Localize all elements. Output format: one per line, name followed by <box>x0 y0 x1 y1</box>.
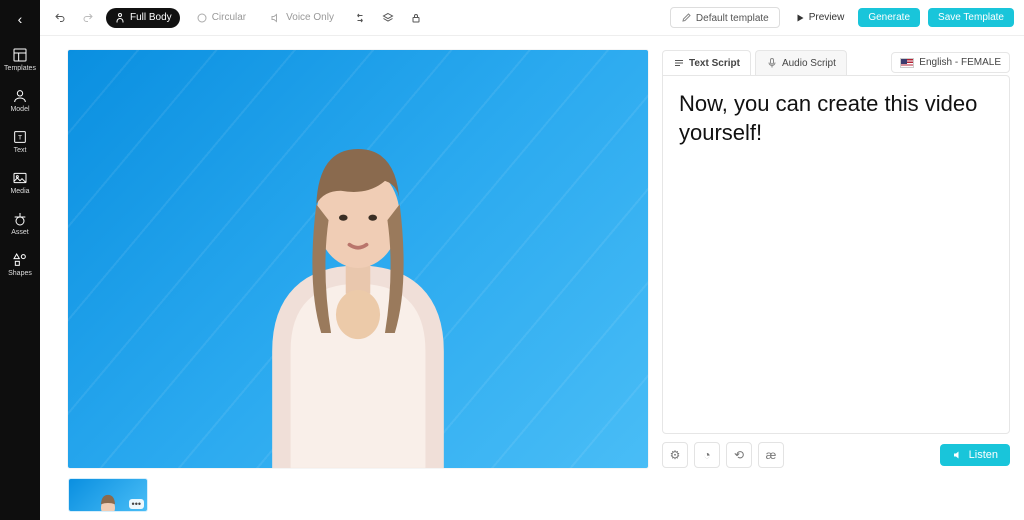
generate-button[interactable]: Generate <box>858 8 920 27</box>
lines-icon <box>673 57 685 69</box>
svg-text:T: T <box>18 135 22 142</box>
mode-label: Full Body <box>130 12 172 23</box>
text-icon: T <box>12 129 28 145</box>
script-phoneme-button[interactable]: æ <box>758 442 784 468</box>
scene-strip: ••• <box>40 476 1024 520</box>
sidebar-label: Shapes <box>8 270 32 277</box>
media-icon <box>12 170 28 186</box>
mode-circular[interactable]: Circular <box>188 8 254 28</box>
swap-button[interactable] <box>350 8 370 28</box>
history-icon: ⟲ <box>734 448 744 462</box>
sidebar-item-templates[interactable]: Templates <box>4 44 36 75</box>
mode-voice-only[interactable]: Voice Only <box>262 8 342 28</box>
avatar-illustration <box>201 100 514 468</box>
phoneme-icon: æ <box>766 448 777 462</box>
scene-thumbnail[interactable]: ••• <box>68 478 148 512</box>
sound-icon <box>270 12 282 24</box>
person-icon <box>114 12 126 24</box>
swap-icon <box>354 12 366 24</box>
script-textarea[interactable]: Now, you can create this video yourself! <box>662 75 1010 434</box>
sidebar-item-media[interactable]: Media <box>10 167 29 198</box>
undo-icon <box>54 12 66 24</box>
mode-full-body[interactable]: Full Body <box>106 8 180 28</box>
sidebar-item-model[interactable]: Model <box>10 85 29 116</box>
top-toolbar: Full Body Circular Voice Only Default te… <box>40 0 1024 36</box>
undo-button[interactable] <box>50 8 70 28</box>
save-template-button[interactable]: Save Template <box>928 8 1014 27</box>
sidebar-item-text[interactable]: T Text <box>12 126 28 157</box>
workspace: Text Script Audio Script English - FEMAL… <box>40 36 1024 476</box>
mode-label: Circular <box>212 12 246 23</box>
scene-menu-button[interactable]: ••• <box>129 499 144 509</box>
script-settings-button[interactable]: ⚙ <box>662 442 688 468</box>
sidebar: ‹ Templates Model T Text Media Asset Sha… <box>0 0 40 520</box>
video-canvas[interactable] <box>68 50 648 468</box>
listen-label: Listen <box>969 449 998 461</box>
templates-icon <box>12 47 28 63</box>
lock-icon <box>410 12 422 24</box>
listen-button[interactable]: Listen <box>940 444 1010 466</box>
template-name: Default template <box>696 13 769 24</box>
tab-text-script[interactable]: Text Script <box>662 50 751 75</box>
app-root: ‹ Templates Model T Text Media Asset Sha… <box>0 0 1024 520</box>
sidebar-label: Asset <box>11 229 29 236</box>
speaker-icon <box>952 449 964 461</box>
layers-button[interactable] <box>378 8 398 28</box>
play-icon <box>794 12 806 24</box>
script-footer: ⚙ ◔ ⟲ æ Listen <box>662 434 1010 468</box>
asset-icon <box>12 211 28 227</box>
speed-icon: ◔ <box>703 448 710 462</box>
main-column: Full Body Circular Voice Only Default te… <box>40 0 1024 520</box>
flag-us-icon <box>900 58 914 68</box>
script-tabs: Text Script Audio Script English - FEMAL… <box>662 50 1010 75</box>
redo-button[interactable] <box>78 8 98 28</box>
mode-label: Voice Only <box>286 12 334 23</box>
sidebar-label: Text <box>14 147 27 154</box>
language-selector[interactable]: English - FEMALE <box>891 52 1010 73</box>
pencil-icon <box>681 11 693 23</box>
lock-button[interactable] <box>406 8 426 28</box>
sidebar-item-shapes[interactable]: Shapes <box>8 249 32 280</box>
sidebar-item-asset[interactable]: Asset <box>11 208 29 239</box>
model-icon <box>12 88 28 104</box>
sidebar-label: Media <box>10 188 29 195</box>
canvas-wrap <box>68 50 648 468</box>
script-speed-button[interactable]: ◔ <box>694 442 720 468</box>
template-name-input[interactable]: Default template <box>670 7 780 28</box>
language-label: English - FEMALE <box>919 57 1001 68</box>
tab-label: Audio Script <box>782 58 836 69</box>
tab-label: Text Script <box>689 58 740 69</box>
gear-icon: ⚙ <box>670 448 681 462</box>
layers-icon <box>382 12 394 24</box>
redo-icon <box>82 12 94 24</box>
script-panel: Text Script Audio Script English - FEMAL… <box>662 50 1010 468</box>
preview-button[interactable]: Preview <box>788 8 851 28</box>
circle-icon <box>196 12 208 24</box>
script-history-button[interactable]: ⟲ <box>726 442 752 468</box>
sidebar-label: Model <box>10 106 29 113</box>
tab-audio-script[interactable]: Audio Script <box>755 50 847 75</box>
scene-thumb-preview <box>85 482 132 511</box>
avatar-model <box>201 100 514 468</box>
preview-label: Preview <box>809 12 845 23</box>
sidebar-label: Templates <box>4 65 36 72</box>
shapes-icon <box>12 252 28 268</box>
mic-icon <box>766 57 778 69</box>
back-button[interactable]: ‹ <box>18 8 23 34</box>
